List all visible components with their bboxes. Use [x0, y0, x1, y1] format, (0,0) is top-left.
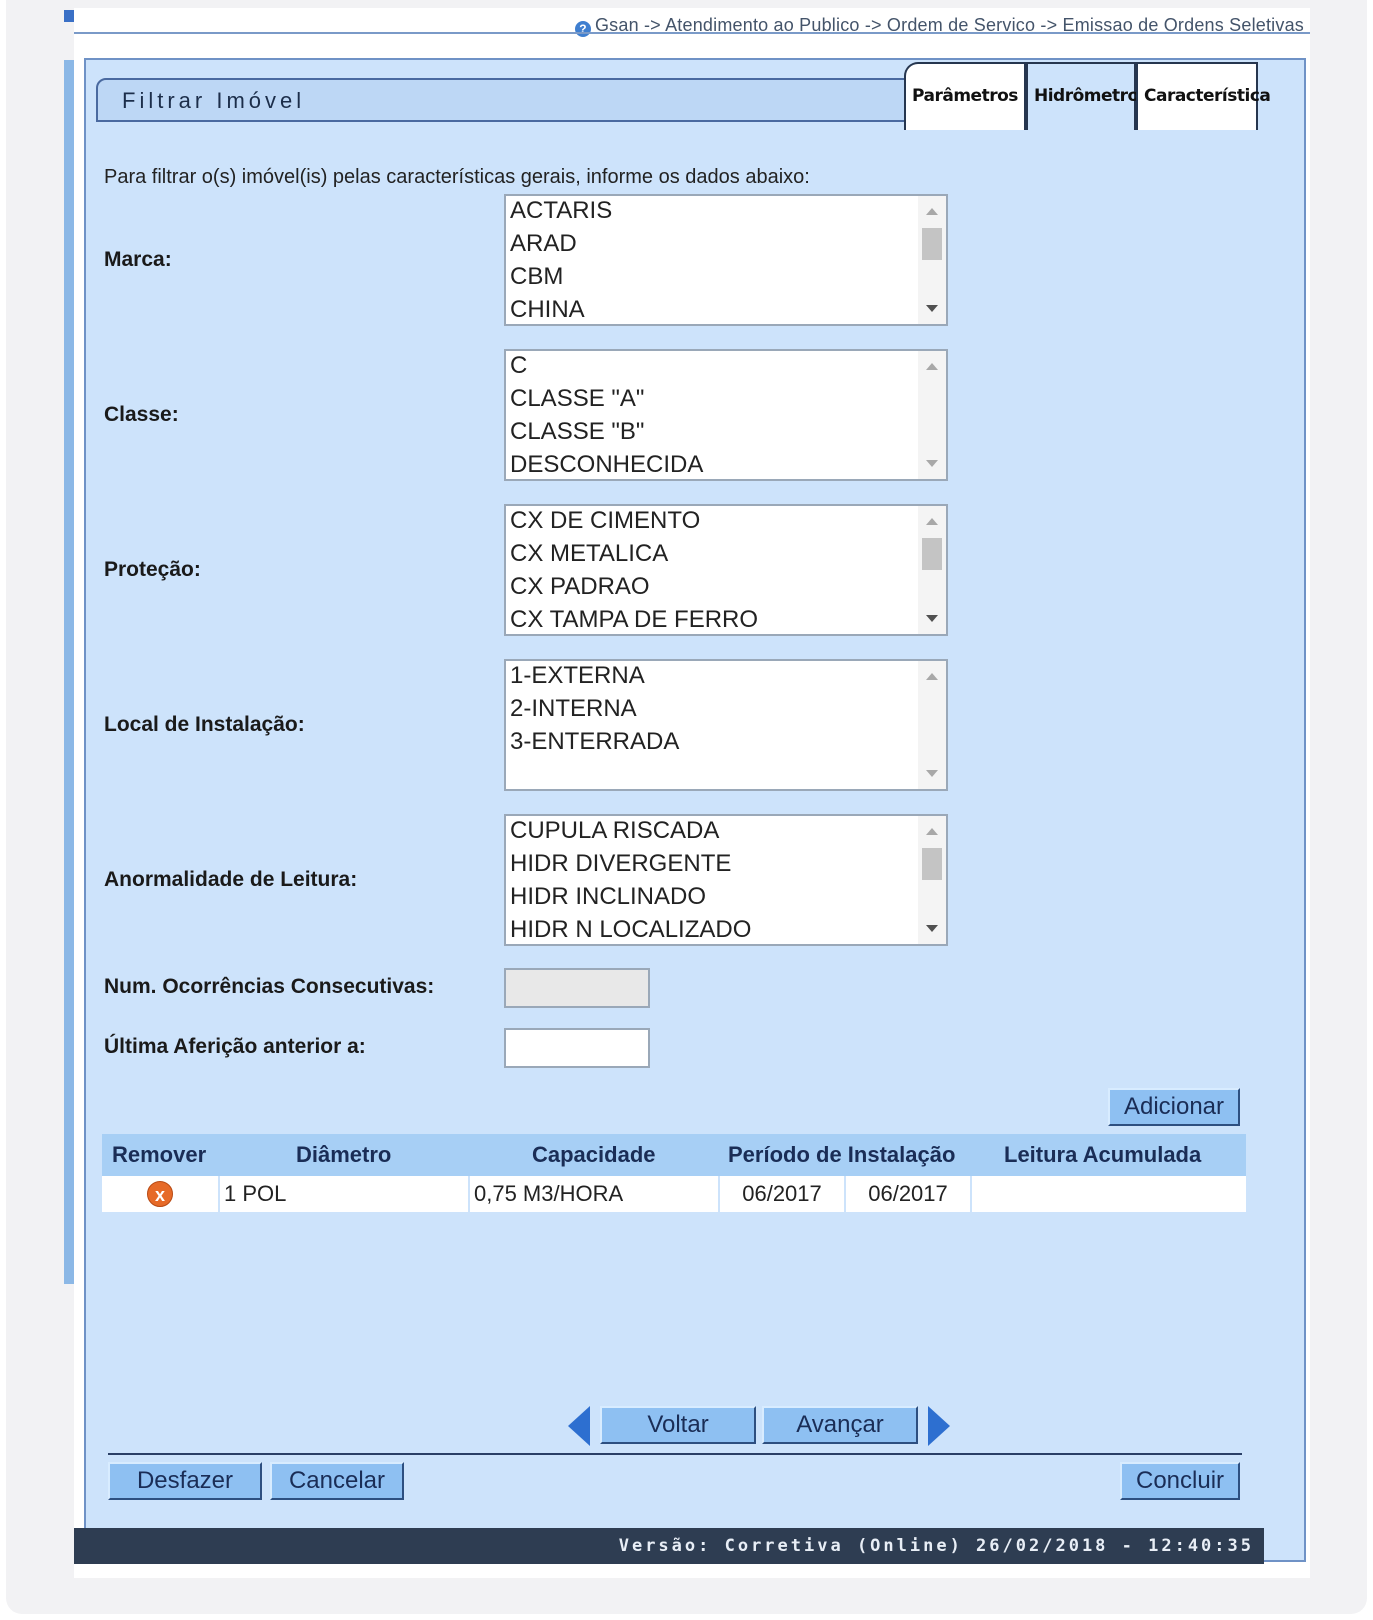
scroll-down-icon[interactable] — [926, 305, 938, 312]
list-option[interactable]: DESCONHECIDA — [506, 450, 946, 479]
protecao-label: Proteção: — [104, 558, 201, 581]
scroll-up-icon[interactable] — [926, 208, 938, 215]
filter-panel: Filtrar Imóvel Parâmetros Hidrômetro Car… — [84, 58, 1306, 1562]
scroll-up-icon[interactable] — [926, 363, 938, 370]
list-option[interactable]: C — [506, 351, 946, 384]
next-arrow-icon[interactable] — [928, 1406, 950, 1446]
list-option[interactable]: CUPULA RISCADA — [506, 816, 946, 849]
list-option[interactable]: 2-INTERNA — [506, 694, 946, 727]
local-instalacao-label: Local de Instalação: — [104, 713, 305, 736]
tab-hidrometro[interactable]: Hidrômetro — [1026, 62, 1139, 130]
column-header-leitura: Leitura Acumulada — [1004, 1142, 1202, 1167]
list-option[interactable]: CX TAMPA DE FERRO — [506, 605, 946, 634]
scroll-down-icon[interactable] — [926, 925, 938, 932]
column-header-periodo: Período de Instalação — [728, 1142, 956, 1167]
list-option[interactable]: HIDR N LOCALIZADO — [506, 915, 946, 944]
protecao-listbox[interactable]: CX DE CIMENTO CX METALICA CX PADRAO CX T… — [504, 504, 948, 636]
scroll-thumb[interactable] — [922, 228, 942, 260]
leitura-cell — [972, 1176, 1246, 1212]
list-option[interactable]: ACTARIS — [506, 196, 946, 229]
cancelar-button[interactable]: Cancelar — [270, 1462, 404, 1500]
diametro-cell: 1 POL — [220, 1176, 470, 1212]
tab-caracteristica[interactable]: Característica — [1136, 62, 1271, 130]
previous-arrow-icon[interactable] — [568, 1406, 590, 1446]
list-option[interactable]: HIDR INCLINADO — [506, 882, 946, 915]
scrollbar[interactable] — [918, 506, 946, 634]
scroll-up-icon[interactable] — [926, 828, 938, 835]
capacidade-cell: 0,75 M3/HORA — [470, 1176, 720, 1212]
scroll-up-icon[interactable] — [926, 518, 938, 525]
tab-parametros[interactable]: Parâmetros — [904, 62, 1026, 130]
remove-icon[interactable]: x — [147, 1181, 173, 1207]
classe-listbox[interactable]: C CLASSE "A" CLASSE "B" DESCONHECIDA — [504, 349, 948, 481]
scrollbar[interactable] — [918, 661, 946, 789]
ocorrencias-label: Num. Ocorrências Consecutivas: — [104, 975, 435, 998]
column-header-diametro: Diâmetro — [296, 1142, 392, 1167]
column-header-capacidade: Capacidade — [532, 1142, 656, 1167]
remover-cell: x — [102, 1176, 220, 1212]
list-option[interactable]: HIDR DIVERGENTE — [506, 849, 946, 882]
scroll-up-icon[interactable] — [926, 673, 938, 680]
list-option[interactable]: CLASSE "B" — [506, 417, 946, 450]
afericao-date-field[interactable] — [504, 1028, 650, 1068]
marca-label: Marca: — [104, 248, 172, 271]
list-option[interactable]: CHINA — [506, 295, 946, 324]
anormalidade-listbox[interactable]: CUPULA RISCADA HIDR DIVERGENTE HIDR INCL… — [504, 814, 948, 946]
scrollbar[interactable] — [918, 816, 946, 944]
scroll-thumb[interactable] — [922, 848, 942, 880]
afericao-label: Última Aferição anterior a: — [104, 1035, 366, 1058]
list-option[interactable]: CX PADRAO — [506, 572, 946, 605]
list-option[interactable]: CLASSE "A" — [506, 384, 946, 417]
column-header-remover: Remover — [112, 1142, 207, 1167]
adicionar-button[interactable]: Adicionar — [1108, 1088, 1240, 1126]
table-row: x 1 POL 0,75 M3/HORA 06/2017 06/2017 — [102, 1176, 1246, 1212]
intro-text: Para filtrar o(s) imóvel(is) pelas carac… — [104, 166, 810, 188]
concluir-button[interactable]: Concluir — [1120, 1462, 1240, 1500]
voltar-button[interactable]: Voltar — [600, 1406, 756, 1444]
scrollbar[interactable] — [918, 351, 946, 479]
avancar-button[interactable]: Avançar — [762, 1406, 918, 1444]
title-bar: Filtrar Imóvel Parâmetros Hidrômetro Car… — [96, 62, 1271, 130]
ocorrencias-field — [504, 968, 650, 1008]
table-header: Remover Diâmetro Capacidade Período de I… — [102, 1134, 1246, 1176]
list-option[interactable]: CX DE CIMENTO — [506, 506, 946, 539]
list-option[interactable]: ARAD — [506, 229, 946, 262]
classe-label: Classe: — [104, 403, 179, 426]
info-icon: ? — [574, 21, 591, 37]
page-title: Filtrar Imóvel — [122, 88, 306, 113]
page: ? Gsan -> Atendimento ao Publico -> Ordem… — [74, 8, 1310, 1578]
scroll-down-icon[interactable] — [926, 615, 938, 622]
scroll-down-icon[interactable] — [926, 460, 938, 467]
version-bar: Versão: Corretiva (Online) 26/02/2018 - … — [74, 1528, 1264, 1564]
footer-divider — [108, 1453, 1242, 1455]
list-option[interactable]: CBM — [506, 262, 946, 295]
scroll-thumb[interactable] — [922, 538, 942, 570]
local-instalacao-listbox[interactable]: 1-EXTERNA 2-INTERNA 3-ENTERRADA — [504, 659, 948, 791]
anormalidade-label: Anormalidade de Leitura: — [104, 868, 358, 891]
periodo-inicio-cell: 06/2017 — [720, 1176, 846, 1212]
desfazer-button[interactable]: Desfazer — [108, 1462, 262, 1500]
top-divider — [74, 32, 1310, 34]
tab-strip: Parâmetros Hidrômetro Característica — [904, 62, 1271, 132]
menu-marker-icon[interactable] — [64, 10, 74, 22]
marca-listbox[interactable]: ACTARIS ARAD CBM CHINA — [504, 194, 948, 326]
list-option[interactable]: 1-EXTERNA — [506, 661, 946, 694]
list-option[interactable]: 3-ENTERRADA — [506, 727, 946, 760]
periodo-fim-cell: 06/2017 — [846, 1176, 972, 1212]
scrollbar[interactable] — [918, 196, 946, 324]
list-option[interactable]: CX METALICA — [506, 539, 946, 572]
scroll-down-icon[interactable] — [926, 770, 938, 777]
